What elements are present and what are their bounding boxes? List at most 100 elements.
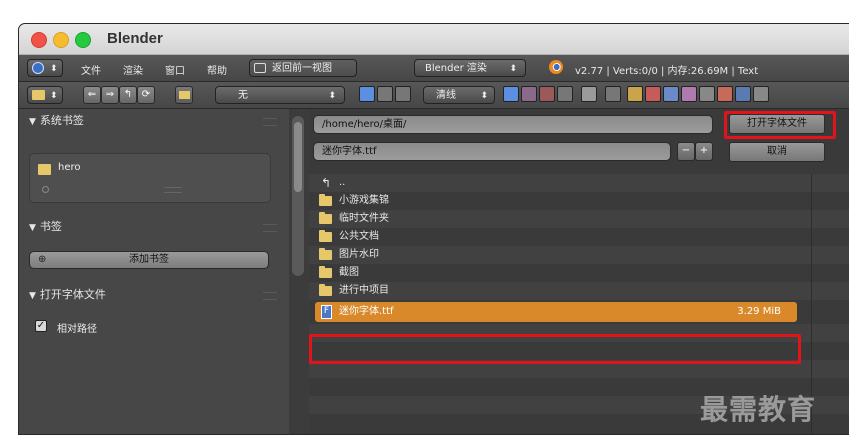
filter-folder-icon[interactable] (627, 86, 643, 102)
file-row[interactable]: 进行中项目 (309, 282, 849, 300)
file-name: 图片水印 (339, 249, 379, 260)
increment-filename-button[interactable]: + (695, 142, 713, 161)
maximize-window-button[interactable] (75, 32, 91, 48)
window-title: Blender (107, 30, 163, 47)
refresh-icon: ⟳ (141, 89, 151, 100)
file-size: 3.29 MiB (737, 306, 781, 317)
menu-render[interactable]: 渲染 (123, 62, 143, 77)
font-file-icon: F (321, 305, 332, 319)
editor-type-selector[interactable]: ⬍ (27, 59, 63, 77)
file-browser-header: ⬍ ⇐ ⇒ ↰ ⟳ 无 ⬍ 清线 ⬍ (19, 82, 849, 109)
drag-handle-icon[interactable] (263, 292, 277, 300)
selected-file-row[interactable]: F 迷你字体.ttf 3.29 MiB (315, 302, 797, 322)
parent-dir-row[interactable]: ↰ .. (309, 174, 849, 192)
file-name: 公共文档 (339, 231, 379, 242)
blender-logo-icon (549, 60, 563, 74)
parent-dir-icon: ↰ (321, 176, 332, 190)
sort-dropdown[interactable]: 清线 ⬍ (423, 86, 495, 104)
sort-label: 清线 (436, 90, 456, 101)
file-name: 小游戏集锦 (339, 195, 389, 206)
back-button-label: 返回前一视图 (272, 63, 332, 74)
bookmarks-title: 书签 (39, 220, 62, 233)
new-folder-icon (179, 91, 190, 99)
folder-icon (319, 230, 332, 242)
collapse-triangle-icon: ▼ (29, 223, 36, 233)
folder-icon (32, 90, 45, 100)
sort-ext-icon[interactable] (521, 86, 537, 102)
filter-backup-icon[interactable] (663, 86, 679, 102)
drag-handle-icon[interactable] (263, 224, 277, 232)
file-name: 进行中项目 (339, 285, 389, 296)
filter-image-icon[interactable] (681, 86, 697, 102)
filename-field[interactable]: 迷你字体.ttf (313, 142, 671, 161)
bookmarks-header[interactable]: ▼ 书签 (19, 217, 289, 237)
system-bookmarks-header[interactable]: ▼ 系统书签 (19, 111, 289, 131)
display-mode-dropdown[interactable]: 无 ⬍ (215, 86, 345, 104)
back-arrow-button[interactable]: ⇐ (83, 86, 101, 104)
back-icon (254, 63, 266, 73)
close-window-button[interactable] (31, 32, 47, 48)
folder-icon (319, 266, 332, 278)
cancel-button[interactable]: 取消 (729, 142, 825, 162)
forward-arrow-button[interactable]: ⇒ (101, 86, 119, 104)
file-row[interactable]: 公共文档 (309, 228, 849, 246)
watermark-text: 最需教育 (700, 393, 817, 426)
back-to-previous-button[interactable]: 返回前一视图 (249, 59, 357, 77)
parent-dir-icon: ↰ (123, 89, 133, 100)
thumbnails-icon[interactable] (395, 86, 411, 102)
new-folder-button[interactable] (175, 86, 193, 104)
chevron-updown-icon: ⬍ (50, 91, 58, 101)
open-font-header[interactable]: ▼ 打开字体文件 (19, 285, 289, 305)
file-row[interactable]: 截图 (309, 264, 849, 282)
menu-help[interactable]: 帮助 (207, 62, 227, 77)
minus-icon: − (681, 145, 691, 156)
sort-size-icon[interactable] (557, 86, 573, 102)
render-engine-label: Blender 渲染 (425, 63, 487, 74)
folder-icon (319, 284, 332, 296)
refresh-button[interactable]: ⟳ (137, 86, 155, 104)
minimize-window-button[interactable] (53, 32, 69, 48)
file-row[interactable]: 图片水印 (309, 246, 849, 264)
sidebar-scrollbar-thumb[interactable] (294, 122, 302, 192)
short-list-icon[interactable] (359, 86, 375, 102)
render-engine-dropdown[interactable]: Blender 渲染 ⬍ (414, 59, 526, 77)
filter-script-icon[interactable] (717, 86, 733, 102)
sort-alpha-icon[interactable] (503, 86, 519, 102)
drag-handle-icon[interactable] (263, 118, 277, 126)
plus-icon: ⊕ (38, 254, 47, 265)
title-bar: Blender (19, 24, 849, 55)
filter-blend-icon[interactable] (645, 86, 661, 102)
filter-sound-icon[interactable] (753, 86, 769, 102)
parent-dir-button[interactable]: ↰ (119, 86, 137, 104)
chevron-updown-icon: ⬍ (50, 64, 58, 74)
chevron-updown-icon: ⬍ (480, 91, 488, 101)
file-row[interactable]: 临时文件夹 (309, 210, 849, 228)
chevron-updown-icon: ⬍ (509, 64, 517, 74)
file-browser-editor-selector[interactable]: ⬍ (27, 86, 63, 104)
relative-path-label: 相对路径 (57, 324, 97, 335)
collapse-triangle-icon: ▼ (29, 291, 36, 301)
sort-time-icon[interactable] (539, 86, 555, 102)
arrow-right-icon: ⇒ (105, 89, 115, 100)
checkbox-checked-icon: ✓ (35, 320, 47, 332)
display-mode-label: 无 (238, 90, 248, 101)
file-row[interactable]: 小游戏集锦 (309, 192, 849, 210)
long-list-icon[interactable] (377, 86, 393, 102)
hide-dot-icon[interactable] (581, 86, 597, 102)
filter-font-icon[interactable] (735, 86, 751, 102)
directory-path-field[interactable]: /home/hero/桌面/ (313, 115, 713, 134)
sidebar: ▼ 系统书签 hero ▼ 书签 ⊕ 添加书签 ▼ 打开字体文件 ✓ 相对路径 (19, 109, 289, 434)
system-bookmarks-list: hero (29, 153, 271, 203)
resize-handle-icon[interactable] (164, 187, 182, 193)
folder-icon (319, 212, 332, 224)
add-bookmark-button[interactable]: ⊕ 添加书签 (29, 251, 269, 269)
parent-dir-label: .. (339, 177, 346, 188)
filter-movie-icon[interactable] (699, 86, 715, 102)
decrement-filename-button[interactable]: − (677, 142, 695, 161)
home-folder-icon (38, 164, 51, 175)
bookmark-label: hero (58, 162, 81, 173)
menu-window[interactable]: 窗口 (165, 62, 185, 77)
highlight-selected-file (309, 334, 801, 364)
menu-file[interactable]: 文件 (81, 62, 101, 77)
filter-icon[interactable] (605, 86, 621, 102)
